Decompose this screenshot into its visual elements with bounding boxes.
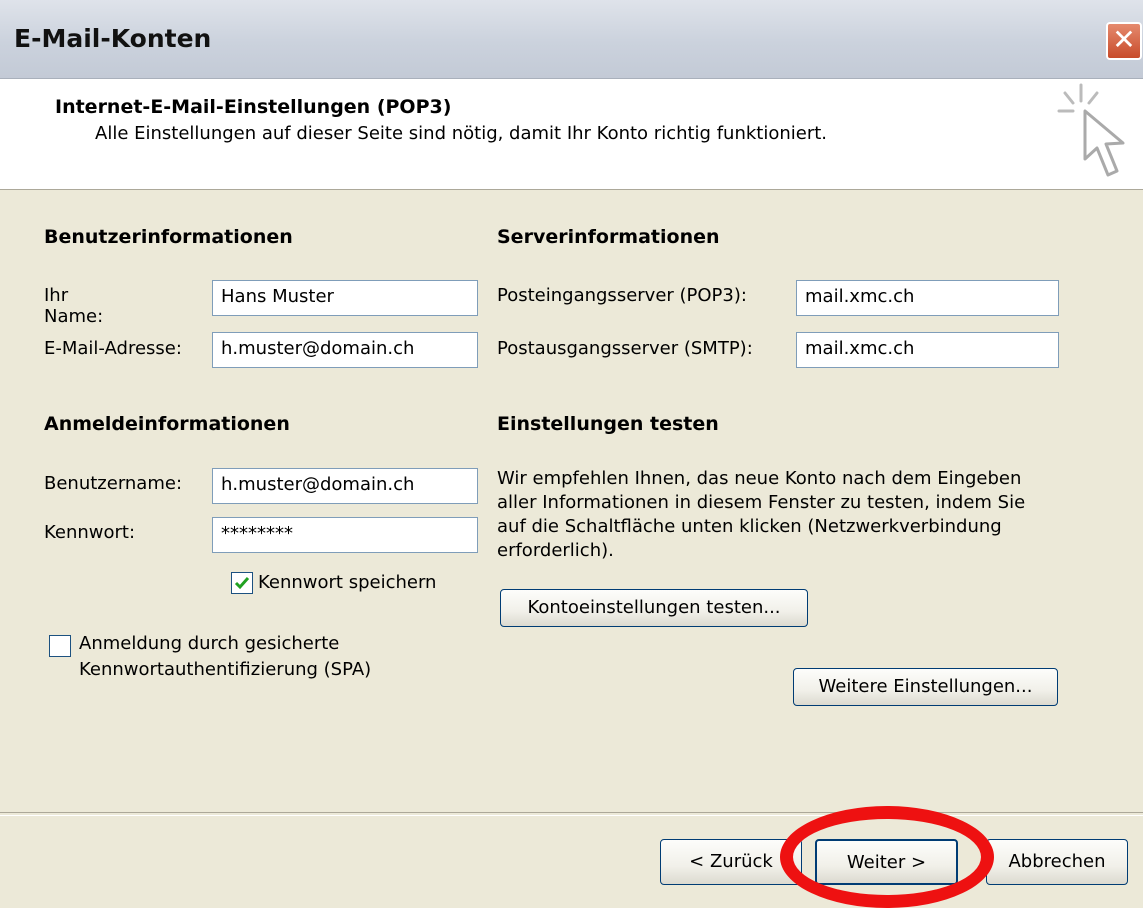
cancel-button[interactable]: Abbrechen (986, 839, 1128, 885)
username-input[interactable]: h.muster@domain.ch (212, 468, 478, 504)
footer-divider (0, 812, 1143, 816)
name-input[interactable]: Hans Muster (212, 280, 478, 316)
spa-label-line2[interactable]: Kennwortauthentifizierung (SPA) (79, 659, 371, 680)
password-label: Kennwort: (44, 522, 136, 543)
page-title: Internet-E-Mail-Einstellungen (POP3) (55, 96, 452, 118)
password-input[interactable]: ******** (212, 517, 478, 553)
checkmark-icon (234, 577, 250, 590)
title-bar: E-Mail-Konten ✕ (0, 0, 1143, 79)
email-label: E-Mail-Adresse: (44, 338, 182, 359)
login-info-heading: Anmeldeinformationen (44, 413, 290, 435)
incoming-server-label: Posteingangsserver (POP3): (497, 285, 747, 306)
window-title: E-Mail-Konten (14, 24, 212, 53)
save-password-checkbox[interactable] (231, 572, 253, 594)
outgoing-server-input[interactable]: mail.xmc.ch (796, 332, 1059, 368)
outgoing-server-label: Postausgangsserver (SMTP): (497, 338, 753, 359)
user-info-heading: Benutzerinformationen (44, 226, 293, 248)
test-settings-description: Wir empfehlen Ihnen, das neue Konto nach… (497, 468, 1026, 561)
username-label: Benutzername: (44, 473, 183, 494)
spa-checkbox[interactable] (49, 635, 71, 657)
spa-label-line1[interactable]: Anmeldung durch gesicherte (79, 633, 339, 654)
email-input[interactable]: h.muster@domain.ch (212, 332, 478, 368)
incoming-server-input[interactable]: mail.xmc.ch (796, 280, 1059, 316)
test-settings-heading: Einstellungen testen (497, 413, 719, 435)
wizard-cursor-icon (1057, 83, 1125, 177)
page-subtitle: Alle Einstellungen auf dieser Seite sind… (95, 123, 828, 144)
highlight-circle-annotation (780, 806, 994, 908)
name-label: IIhr Name: (44, 285, 104, 327)
save-password-label[interactable]: Kennwort speichern (258, 572, 436, 593)
close-button[interactable]: ✕ (1106, 22, 1142, 60)
name-label-text: Ihr Name: (44, 285, 104, 327)
more-settings-button[interactable]: Weitere Einstellungen... (793, 668, 1058, 706)
test-account-settings-button[interactable]: Kontoeinstellungen testen... (500, 589, 808, 627)
server-info-heading: Serverinformationen (497, 226, 720, 248)
wizard-header: Internet-E-Mail-Einstellungen (POP3) All… (0, 79, 1143, 190)
